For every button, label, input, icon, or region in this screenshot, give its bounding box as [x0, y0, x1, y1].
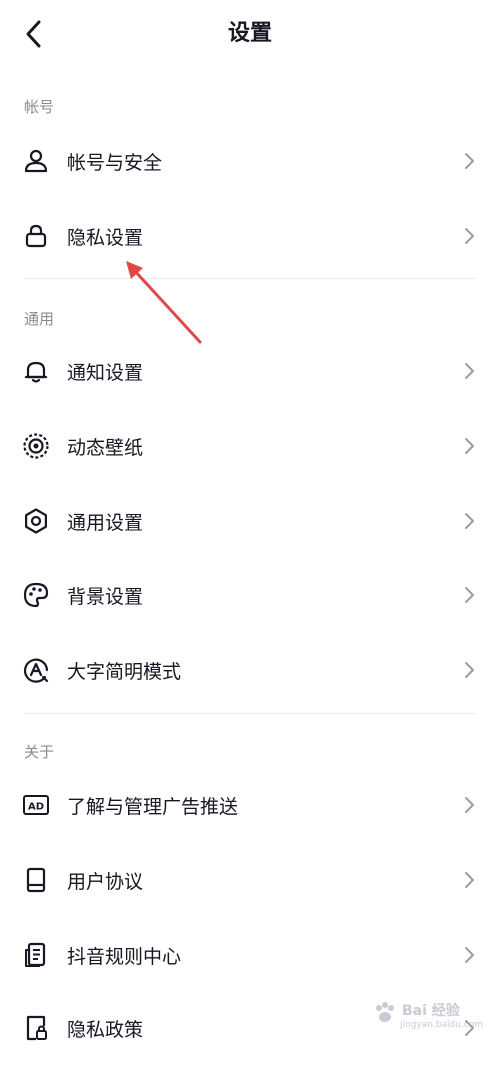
privacy-document-icon — [22, 1014, 50, 1042]
svg-text:AD: AD — [28, 802, 44, 813]
settings-item-community-rules[interactable]: 抖音规则中心 — [0, 918, 500, 992]
chevron-right-icon — [465, 797, 474, 813]
settings-item-user-agreement[interactable]: 用户协议 — [0, 843, 500, 917]
settings-item-account-security[interactable]: 帐号与安全 — [0, 124, 500, 198]
settings-item-label: 抖音规则中心 — [67, 945, 182, 968]
section-divider — [24, 278, 476, 279]
chevron-right-icon — [465, 587, 474, 603]
watermark-text: Bai 经验 — [402, 1003, 460, 1019]
settings-item-label: 隐私设置 — [67, 226, 144, 249]
section-divider — [24, 713, 476, 714]
settings-item-background-settings[interactable]: 背景设置 — [0, 558, 500, 632]
user-icon — [22, 147, 50, 175]
settings-item-large-font-mode[interactable]: 大字简明模式 — [0, 633, 500, 707]
chevron-right-icon — [465, 228, 474, 244]
watermark: Bai 经验 jingyan.baidu.com — [372, 998, 484, 1034]
chevron-right-icon — [465, 153, 474, 169]
back-arrow-icon — [26, 20, 41, 48]
settings-item-general-settings[interactable]: 通用设置 — [0, 484, 500, 558]
section-label-account: 帐号 — [24, 98, 55, 116]
live-wallpaper-icon — [22, 432, 50, 460]
chevron-right-icon — [465, 363, 474, 379]
chevron-right-icon — [465, 947, 474, 963]
settings-item-label: 背景设置 — [67, 585, 144, 608]
chevron-right-icon — [465, 662, 474, 678]
settings-item-label: 了解与管理广告推送 — [67, 795, 239, 818]
settings-item-label: 帐号与安全 — [67, 151, 163, 174]
ad-icon: AD — [22, 791, 50, 819]
chevron-right-icon — [465, 513, 474, 529]
lock-icon — [22, 222, 50, 250]
settings-item-notification-settings[interactable]: 通知设置 — [0, 334, 500, 408]
chevron-right-icon — [465, 872, 474, 888]
page-title: 设置 — [227, 21, 272, 46]
large-font-icon — [22, 656, 50, 684]
settings-item-label: 通知设置 — [67, 361, 144, 384]
book-icon — [22, 866, 50, 894]
settings-item-live-wallpaper[interactable]: 动态壁纸 — [0, 409, 500, 483]
section-label-about: 关于 — [24, 743, 55, 761]
watermark-subtext: jingyan.baidu.com — [400, 1020, 484, 1030]
settings-item-label: 大字简明模式 — [67, 660, 182, 683]
paw-logo-icon — [376, 1002, 394, 1022]
settings-item-label: 动态壁纸 — [67, 436, 144, 459]
chevron-right-icon — [465, 438, 474, 454]
settings-item-label: 隐私政策 — [67, 1018, 144, 1041]
section-label-general: 通用 — [24, 310, 55, 328]
header: 设置 — [0, 0, 500, 70]
palette-icon — [22, 581, 50, 609]
settings-item-label: 通用设置 — [67, 511, 144, 534]
bell-icon — [22, 357, 50, 385]
document-icon — [22, 941, 50, 969]
gear-icon — [22, 507, 50, 535]
settings-item-ad-management[interactable]: AD 了解与管理广告推送 — [0, 768, 500, 842]
settings-item-privacy-settings[interactable]: 隐私设置 — [0, 199, 500, 273]
settings-item-label: 用户协议 — [67, 870, 144, 893]
back-button[interactable] — [14, 14, 54, 54]
